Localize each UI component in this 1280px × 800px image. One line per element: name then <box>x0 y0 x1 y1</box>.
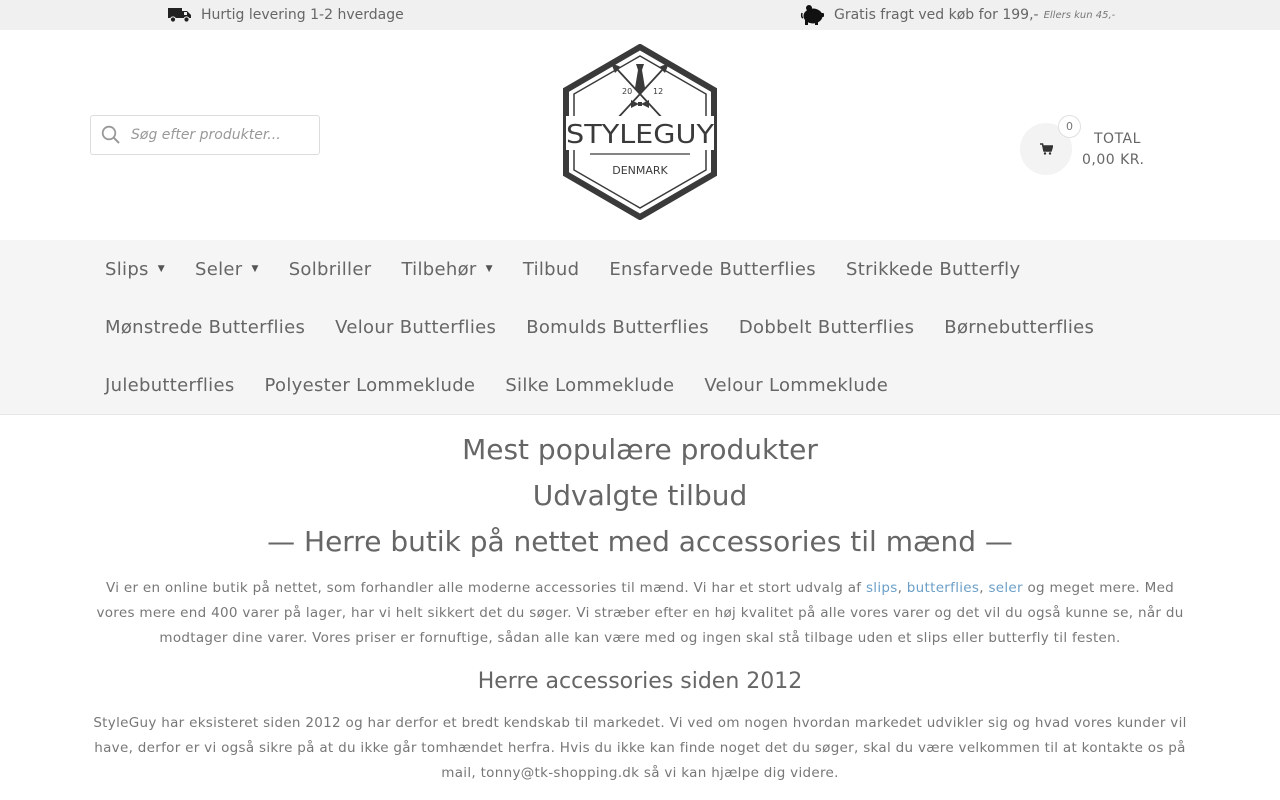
nav-item-julebutterflies[interactable]: Julebutterflies <box>90 375 250 396</box>
mini-cart[interactable]: 0 TOTAL 0,00 KR. <box>1020 115 1150 175</box>
logo-year-right: 12 <box>653 87 663 96</box>
cart-count-badge: 0 <box>1058 115 1081 138</box>
link-butterflies[interactable]: butterflies <box>907 580 979 596</box>
top-info-bar: Hurtig levering 1-2 hverdage Gratis frag… <box>0 0 1280 30</box>
heading-since-2012: Herre accessories siden 2012 <box>477 669 803 694</box>
nav-item-tilbehoer[interactable]: Tilbehør ▼ <box>386 259 507 280</box>
shipping-info: Gratis fragt ved køb for 199,- Ellers ku… <box>800 0 1115 30</box>
cart-total-label: TOTAL <box>1094 131 1141 147</box>
nav-item-solbriller[interactable]: Solbriller <box>274 259 387 280</box>
nav-item-silke-lommeklude[interactable]: Silke Lommeklude <box>490 375 689 396</box>
nav-row: Mønstrede Butterflies Velour Butterflies… <box>90 298 1109 356</box>
search-input[interactable] <box>131 127 311 143</box>
about-paragraph: StyleGuy har eksisteret siden 2012 og ha… <box>93 715 1187 781</box>
search-icon[interactable] <box>91 116 131 154</box>
logo-brand: STYLEGUY <box>566 120 714 150</box>
link-seler[interactable]: seler <box>988 580 1022 596</box>
caret-down-icon: ▼ <box>157 264 165 274</box>
caret-down-icon: ▼ <box>251 264 259 274</box>
logo-year-left: 20 <box>622 87 632 96</box>
link-slips[interactable]: slips <box>866 580 898 596</box>
piggy-bank-icon <box>800 4 825 26</box>
nav-row: Slips ▼ Seler ▼ Solbriller Tilbehør ▼ Tilbu… <box>90 240 1035 298</box>
logo-country: DENMARK <box>612 164 668 177</box>
heading-selected-offers: Udvalgte tilbud <box>532 479 748 512</box>
caret-down-icon: ▼ <box>485 264 493 274</box>
nav-item-boernebutterflies[interactable]: Børnebutterflies <box>929 317 1109 338</box>
nav-item-polyester-lommeklude[interactable]: Polyester Lommeklude <box>250 375 491 396</box>
nav-item-velour-lommeklude[interactable]: Velour Lommeklude <box>689 375 903 396</box>
main-navigation: Slips ▼ Seler ▼ Solbriller Tilbehør ▼ Tilbu… <box>0 240 1280 415</box>
delivery-text: Hurtig levering 1-2 hverdage <box>201 7 404 23</box>
shipping-text: Gratis fragt ved køb for 199,- <box>834 7 1039 23</box>
cart-icon <box>1039 140 1054 159</box>
cart-total-value: 0,00 KR. <box>1082 152 1145 168</box>
nav-item-moenstrede-butterflies[interactable]: Mønstrede Butterflies <box>90 317 320 338</box>
nav-item-ensfarvede-butterflies[interactable]: Ensfarvede Butterflies <box>594 259 831 280</box>
truck-icon <box>168 7 192 23</box>
shipping-note: Ellers kun 45,- <box>1043 9 1116 21</box>
nav-row: Julebutterflies Polyester Lommeklude Sil… <box>90 356 903 414</box>
site-logo[interactable]: 20 12 STYLEGUY DENMARK <box>562 43 718 221</box>
nav-item-strikkede-butterfly[interactable]: Strikkede Butterfly <box>831 259 1035 280</box>
nav-item-bomulds-butterflies[interactable]: Bomulds Butterflies <box>511 317 724 338</box>
delivery-info: Hurtig levering 1-2 hverdage <box>168 0 404 30</box>
heading-shop-intro: — Herre butik på nettet med accessories … <box>267 525 1013 558</box>
nav-item-seler[interactable]: Seler ▼ <box>180 259 274 280</box>
nav-item-tilbud[interactable]: Tilbud <box>508 259 595 280</box>
product-search[interactable] <box>90 115 320 155</box>
nav-item-slips[interactable]: Slips ▼ <box>90 259 180 280</box>
nav-item-velour-butterflies[interactable]: Velour Butterflies <box>320 317 511 338</box>
heading-popular-products: Mest populære produkter <box>462 433 818 466</box>
intro-paragraph: Vi er en online butik på nettet, som for… <box>96 580 1184 646</box>
nav-item-dobbelt-butterflies[interactable]: Dobbelt Butterflies <box>724 317 929 338</box>
